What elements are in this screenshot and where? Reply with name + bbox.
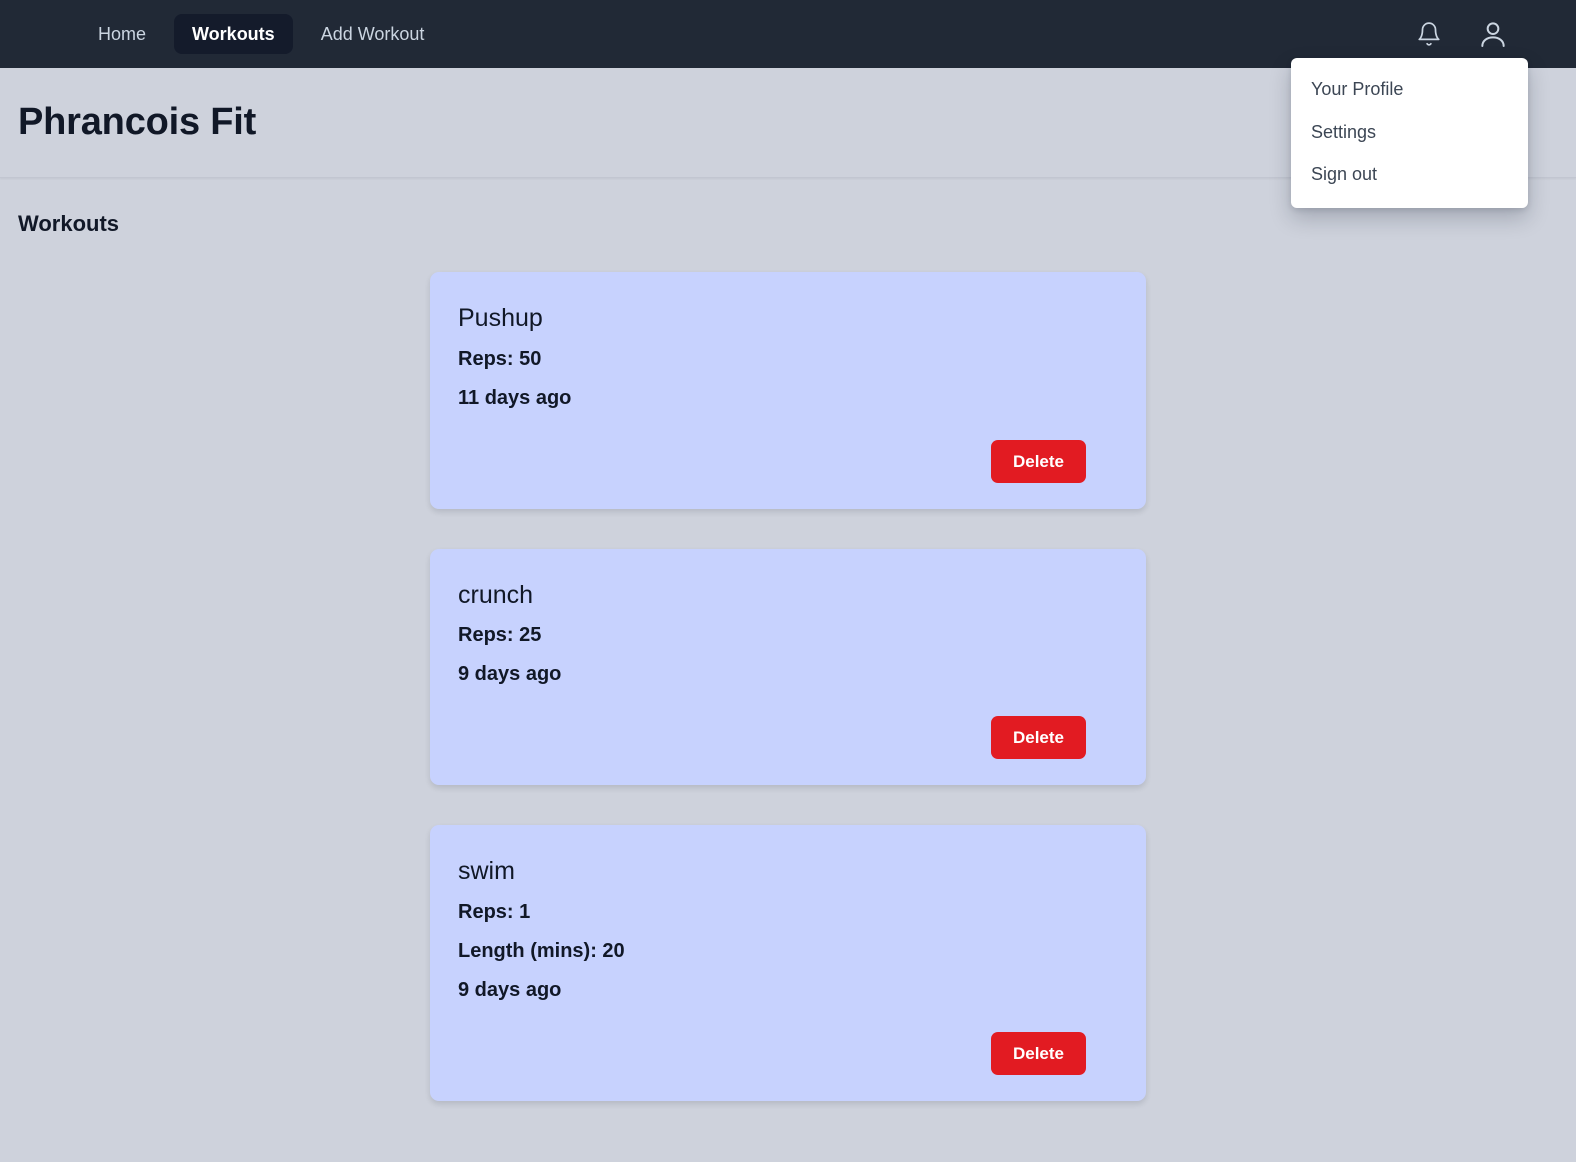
menu-item-sign-out[interactable]: Sign out bbox=[1291, 153, 1528, 196]
profile-menu-button[interactable] bbox=[1476, 17, 1510, 51]
nav-link-add-workout[interactable]: Add Workout bbox=[303, 14, 443, 54]
workout-name: swim bbox=[458, 857, 515, 885]
bell-icon bbox=[1416, 21, 1442, 47]
workout-time: 11 days ago bbox=[458, 386, 572, 409]
workout-card-actions: Delete bbox=[458, 1031, 1118, 1075]
profile-dropdown-menu: Your Profile Settings Sign out bbox=[1291, 58, 1528, 208]
delete-button[interactable]: Delete bbox=[990, 1031, 1086, 1075]
workout-card: swim Reps: 1 Length (mins): 20 9 days ag… bbox=[430, 825, 1146, 1101]
page-title: Phrancois Fit bbox=[18, 101, 257, 143]
workout-card-actions: Delete bbox=[458, 716, 1118, 759]
workout-card-list: Pushup Reps: 50 11 days ago Delete crunc… bbox=[18, 272, 1558, 1101]
workout-reps: Reps: 1 bbox=[458, 900, 531, 923]
main-content: Workouts Pushup Reps: 50 11 days ago Del… bbox=[0, 211, 1576, 1101]
delete-button[interactable]: Delete bbox=[990, 716, 1086, 759]
workout-reps: Reps: 50 bbox=[458, 347, 542, 370]
nav-links: Home Workouts Add Workout bbox=[80, 14, 442, 54]
notifications-button[interactable] bbox=[1412, 17, 1446, 51]
nav-link-workouts[interactable]: Workouts bbox=[174, 14, 293, 54]
workout-name: crunch bbox=[458, 580, 534, 609]
workout-time: 9 days ago bbox=[458, 978, 562, 1001]
workout-card: Pushup Reps: 50 11 days ago Delete bbox=[430, 272, 1146, 509]
workout-reps: Reps: 25 bbox=[458, 624, 542, 646]
user-avatar-icon bbox=[1477, 18, 1509, 50]
workout-time: 9 days ago bbox=[458, 663, 562, 685]
section-title-workouts: Workouts bbox=[18, 211, 120, 236]
workout-name: Pushup bbox=[458, 304, 543, 332]
navbar-right-actions bbox=[1412, 17, 1546, 51]
workout-length: Length (mins): 20 bbox=[458, 939, 625, 962]
menu-item-your-profile[interactable]: Your Profile bbox=[1291, 68, 1528, 111]
nav-link-home[interactable]: Home bbox=[80, 14, 164, 54]
menu-item-settings[interactable]: Settings bbox=[1291, 111, 1528, 154]
workout-card-actions: Delete bbox=[458, 439, 1118, 483]
delete-button[interactable]: Delete bbox=[990, 439, 1086, 483]
workout-card: crunch Reps: 25 9 days ago Delete bbox=[430, 548, 1146, 785]
